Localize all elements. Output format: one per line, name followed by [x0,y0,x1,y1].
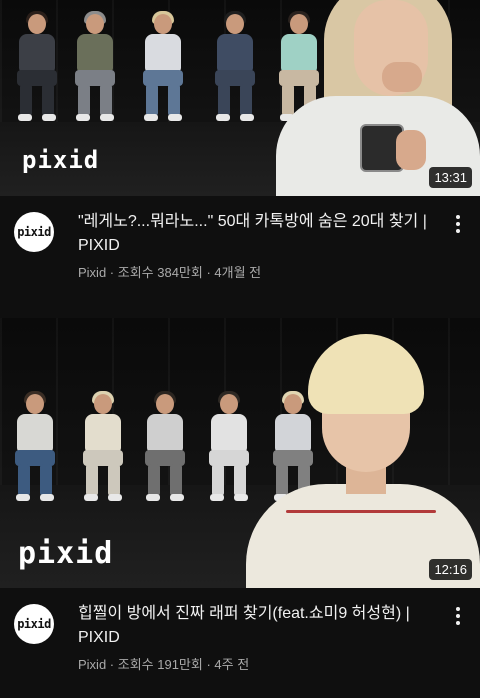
duration-badge: 13:31 [429,167,472,188]
video-subtitle: Pixid · 조회수 384만회 · 4개월 전 [78,265,262,280]
video-title[interactable]: "레게노?...뭐라노..." 50대 카톡방에 숨은 20대 찾기 | PIX… [78,210,434,258]
avatar-logo-text: pixid [17,225,51,239]
video-subtitle: Pixid · 조회수 191만회 · 4주 전 [78,657,250,672]
video-thumbnail[interactable]: pixid 12:16 [0,318,480,588]
view-count: 조회수 191만회 [117,657,203,672]
featured-rapper-figure [246,334,480,588]
participant-figure [80,391,126,504]
channel-name[interactable]: Pixid [78,657,106,672]
video-title[interactable]: 힙찔이 방에서 진짜 래퍼 찾기(feat.쇼미9 허성현) | PIXID [78,602,434,650]
upload-age: 4개월 전 [214,265,262,280]
participant-figure [142,391,188,504]
view-count: 조회수 384만회 [117,265,203,280]
participant-figure [72,11,118,124]
more-vert-icon[interactable] [448,604,468,628]
video-meta: pixid "레게노?...뭐라노..." 50대 카톡방에 숨은 20대 찾기… [0,196,480,306]
participant-figure [212,11,258,124]
participant-figure [14,11,60,124]
channel-watermark: pixid [22,146,100,174]
video-thumbnail[interactable]: pixid 13:31 [0,0,480,196]
channel-name[interactable]: Pixid [78,265,106,280]
channel-avatar[interactable]: pixid [14,604,54,644]
participant-figure [140,11,186,124]
participant-figure [12,391,58,504]
channel-watermark: pixid [18,536,114,571]
video-meta: pixid 힙찔이 방에서 진짜 래퍼 찾기(feat.쇼미9 허성현) | P… [0,588,480,698]
more-vert-icon[interactable] [448,212,468,236]
avatar-logo-text: pixid [17,617,51,631]
video-card[interactable]: pixid 12:16 pixid 힙찔이 방에서 진짜 래퍼 찾기(feat.… [0,318,480,698]
channel-avatar[interactable]: pixid [14,212,54,252]
duration-badge: 12:16 [429,559,472,580]
video-card[interactable]: pixid 13:31 pixid "레게노?...뭐라노..." 50대 카톡… [0,0,480,306]
upload-age: 4주 전 [214,657,250,672]
